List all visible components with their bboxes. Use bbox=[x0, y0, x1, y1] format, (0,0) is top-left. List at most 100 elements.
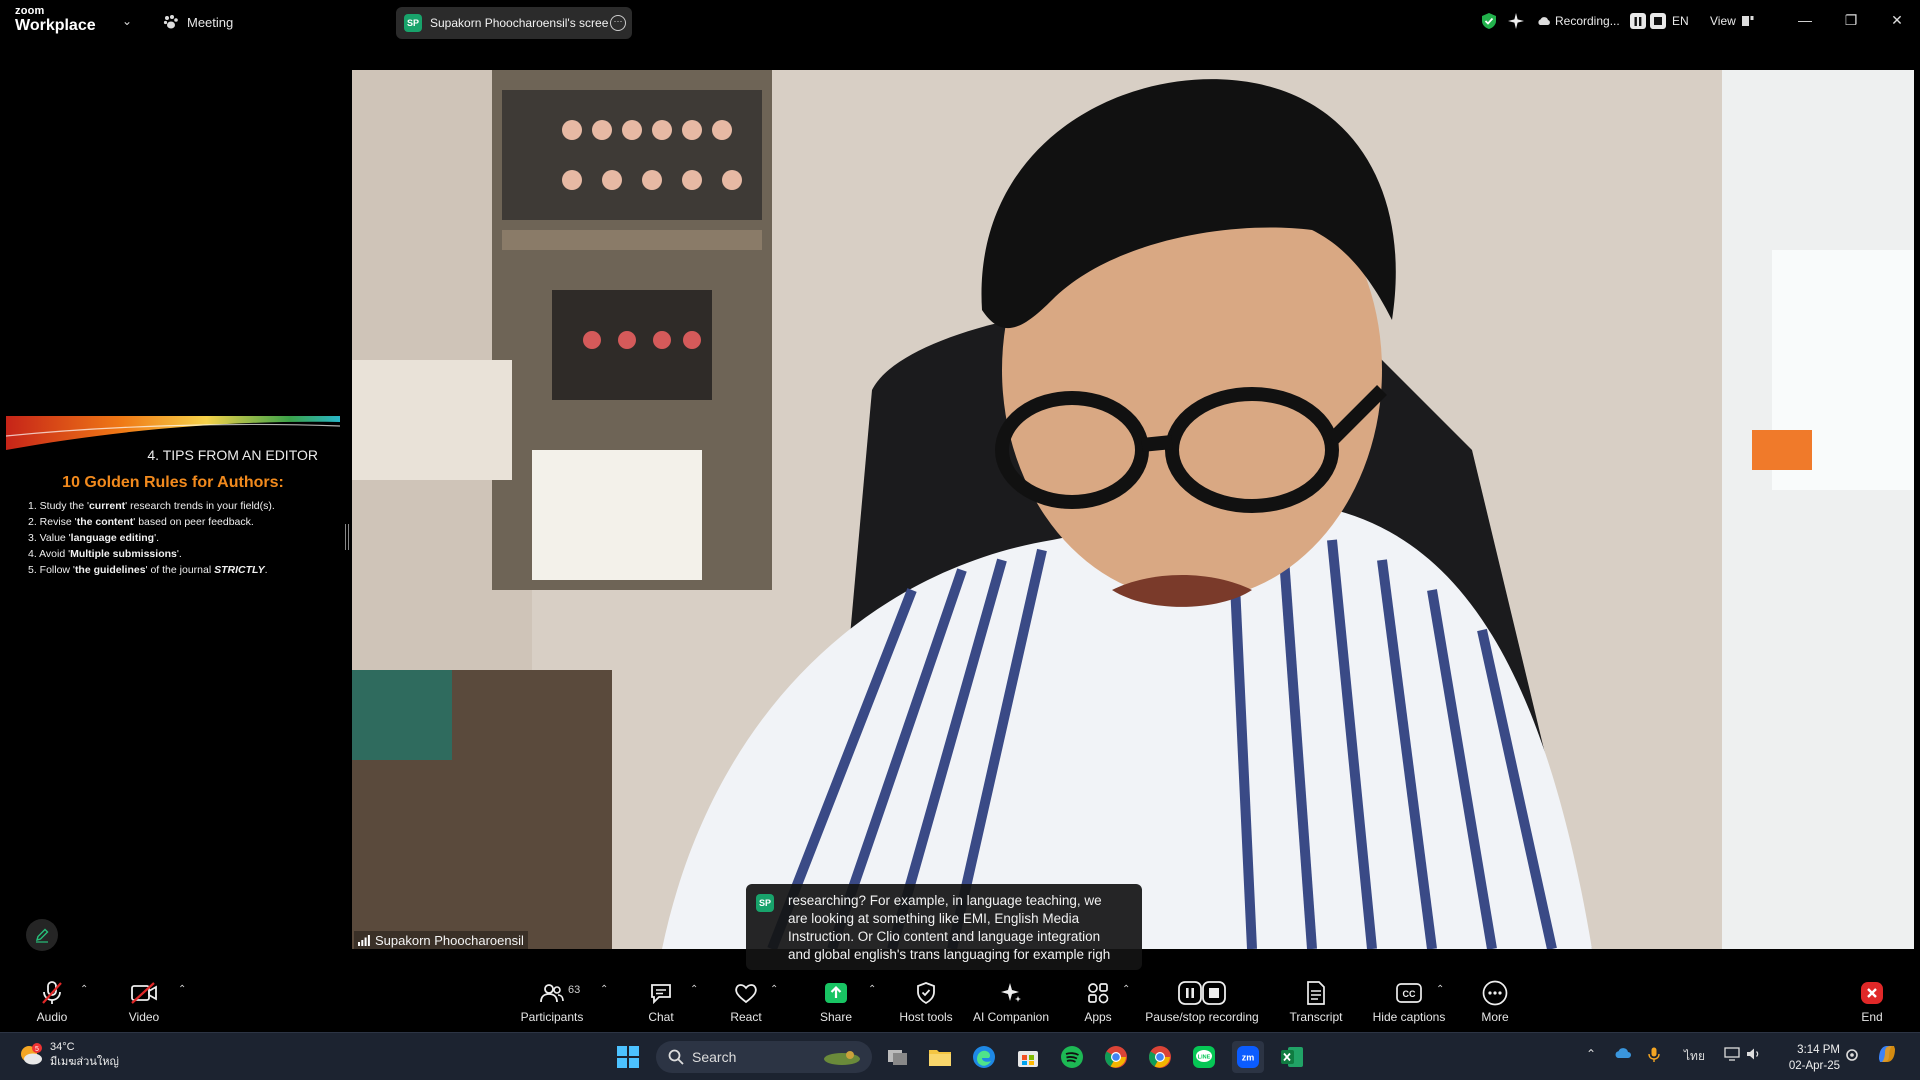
copilot-icon[interactable] bbox=[1876, 1043, 1898, 1068]
screen-share-pill[interactable]: SP Supakorn Phoocharoensil's scree ··· bbox=[396, 7, 632, 39]
file-explorer-icon[interactable] bbox=[924, 1041, 956, 1073]
notification-settings-icon[interactable] bbox=[1844, 1047, 1860, 1066]
onedrive-cloud-icon[interactable] bbox=[1614, 1047, 1632, 1062]
panel-resize-handle[interactable] bbox=[345, 524, 349, 550]
chat-button[interactable]: Chat bbox=[642, 978, 680, 1030]
pause-stop-icon bbox=[1178, 981, 1226, 1005]
chevron-down-icon[interactable]: ⌄ bbox=[122, 14, 132, 28]
chrome-profile-icon[interactable] bbox=[1144, 1041, 1176, 1073]
close-icon[interactable]: ✕ bbox=[1882, 8, 1912, 32]
hide-captions-label: Hide captions bbox=[1372, 1010, 1446, 1024]
slide-section-title: 4. TIPS FROM AN EDITOR bbox=[147, 447, 318, 463]
language-selector[interactable]: EN bbox=[1672, 10, 1689, 32]
participants-options-chevron-icon[interactable]: ⌃ bbox=[600, 984, 608, 995]
chat-options-chevron-icon[interactable]: ⌃ bbox=[690, 984, 698, 995]
search-highlight-image bbox=[824, 1051, 860, 1065]
network-icon[interactable] bbox=[1724, 1047, 1740, 1064]
caption-line: are looking at something like EMI, Engli… bbox=[788, 911, 1080, 926]
taskbar-search-box[interactable]: Search bbox=[656, 1041, 872, 1073]
svg-text:5: 5 bbox=[35, 1046, 39, 1053]
microsoft-store-icon[interactable] bbox=[1012, 1041, 1044, 1073]
more-dots-icon bbox=[1482, 980, 1508, 1006]
search-label: Search bbox=[692, 1049, 737, 1065]
speaker-video-image bbox=[352, 70, 1914, 949]
avatar: SP bbox=[756, 894, 774, 912]
participant-name-tag: Supakorn Phoocharoensil bbox=[354, 931, 528, 949]
apps-button[interactable]: Apps bbox=[1078, 978, 1118, 1030]
pause-recording-label: Pause/stop recording bbox=[1145, 1010, 1259, 1024]
audio-options-chevron-icon[interactable]: ⌃ bbox=[80, 984, 88, 995]
caption-line: researching? For example, in language te… bbox=[788, 893, 1102, 908]
weather-sun-cloud-icon: 5 bbox=[21, 1043, 42, 1065]
video-button[interactable]: Video bbox=[120, 978, 168, 1030]
windows-taskbar: 5 34°C มีเมฆส่วนใหญ่ Search LINE zm ⌃ ไท… bbox=[0, 1032, 1920, 1080]
view-label: View bbox=[1710, 14, 1736, 28]
ai-companion-button[interactable]: AI Companion bbox=[970, 978, 1052, 1030]
end-label: End bbox=[1861, 1010, 1883, 1024]
shield-icon bbox=[917, 982, 935, 1004]
caption-line: and global english's trans languaging fo… bbox=[788, 947, 1111, 962]
participants-count: 63 bbox=[568, 984, 581, 996]
react-button[interactable]: React bbox=[726, 978, 766, 1030]
view-layout-icon bbox=[1741, 16, 1754, 26]
host-tools-button[interactable]: Host tools bbox=[896, 978, 956, 1030]
clock-date: 02-Apr-25 bbox=[1788, 1060, 1840, 1072]
restore-icon[interactable]: ❐ bbox=[1836, 8, 1866, 32]
input-language-indicator[interactable]: ไทย bbox=[1684, 1047, 1705, 1066]
cloud-icon bbox=[1538, 17, 1550, 25]
ai-sparkle-icon[interactable] bbox=[1507, 10, 1525, 32]
svg-text:CC: CC bbox=[1403, 989, 1416, 999]
meeting-toolbar: Audio ⌃ Video ⌃ Participants 63 ⌃ Chat ⌃… bbox=[0, 970, 1920, 1032]
transcript-label: Transcript bbox=[1289, 1010, 1343, 1024]
share-button[interactable]: Share bbox=[816, 978, 856, 1030]
minimize-icon[interactable]: — bbox=[1790, 8, 1820, 32]
video-label: Video bbox=[128, 1010, 160, 1024]
react-options-chevron-icon[interactable]: ⌃ bbox=[770, 984, 778, 995]
more-label: More bbox=[1481, 1010, 1509, 1024]
clock-time: 3:14 PM bbox=[1797, 1044, 1840, 1056]
zoom-app-icon[interactable]: zm bbox=[1232, 1041, 1264, 1073]
apps-options-chevron-icon[interactable]: ⌃ bbox=[1122, 984, 1130, 995]
windows-start-icon[interactable] bbox=[612, 1041, 644, 1073]
excel-icon[interactable] bbox=[1276, 1041, 1308, 1073]
host-tools-label: Host tools bbox=[899, 1010, 953, 1024]
participant-name: Supakorn Phoocharoensil bbox=[375, 932, 524, 948]
speaker-video-feed[interactable] bbox=[352, 70, 1914, 949]
security-shield-icon[interactable] bbox=[1480, 10, 1498, 32]
pause-stop-recording-button[interactable]: Pause/stop recording bbox=[1142, 978, 1262, 1030]
volume-icon[interactable] bbox=[1746, 1047, 1762, 1064]
show-hidden-icons-chevron-icon[interactable]: ⌃ bbox=[1586, 1047, 1596, 1061]
microphone-in-use-icon[interactable] bbox=[1648, 1047, 1660, 1066]
recording-status[interactable]: Recording... bbox=[1537, 10, 1666, 32]
meeting-label: Meeting bbox=[187, 14, 234, 30]
captions-options-chevron-icon[interactable]: ⌃ bbox=[1436, 984, 1444, 995]
transcript-button[interactable]: Transcript bbox=[1288, 978, 1344, 1030]
view-menu-button[interactable]: View bbox=[1710, 10, 1754, 32]
weather-widget[interactable]: 5 34°C มีเมฆส่วนใหญ่ bbox=[18, 1040, 119, 1070]
share-options-chevron-icon[interactable]: ⌃ bbox=[868, 984, 876, 995]
more-button[interactable]: More bbox=[1476, 978, 1514, 1030]
edge-browser-icon[interactable] bbox=[968, 1041, 1000, 1073]
audio-button[interactable]: Audio bbox=[28, 978, 76, 1030]
line-app-icon[interactable]: LINE bbox=[1188, 1041, 1220, 1073]
recording-label: Recording... bbox=[1555, 14, 1620, 28]
react-label: React bbox=[730, 1010, 762, 1024]
share-pill-label: Supakorn Phoocharoensil's scree bbox=[430, 16, 609, 30]
signal-bars-icon bbox=[358, 934, 370, 946]
share-screen-icon bbox=[825, 983, 847, 1003]
annotate-pen-icon[interactable] bbox=[26, 919, 58, 951]
svg-text:zm: zm bbox=[1242, 1053, 1255, 1063]
spotify-icon[interactable] bbox=[1056, 1041, 1088, 1073]
taskbar-clock[interactable]: 3:14 PM 02-Apr-25 bbox=[1789, 1042, 1840, 1074]
video-options-chevron-icon[interactable]: ⌃ bbox=[178, 984, 186, 995]
pause-recording-icon[interactable] bbox=[1629, 13, 1646, 29]
end-meeting-button[interactable]: End bbox=[1852, 978, 1892, 1030]
stop-recording-icon[interactable] bbox=[1649, 13, 1666, 29]
shared-slide-thumbnail[interactable]: 4. TIPS FROM AN EDITOR 10 Golden Rules f… bbox=[6, 416, 340, 604]
list-item: 2. Revise 'the content' based on peer fe… bbox=[28, 516, 254, 528]
meeting-menu-button[interactable]: Meeting bbox=[163, 12, 233, 32]
zoom-workplace-logo[interactable]: zoom Workplace bbox=[15, 6, 96, 34]
more-options-icon[interactable]: ··· bbox=[610, 15, 626, 31]
chrome-icon[interactable] bbox=[1100, 1041, 1132, 1073]
task-view-icon[interactable] bbox=[882, 1041, 914, 1073]
